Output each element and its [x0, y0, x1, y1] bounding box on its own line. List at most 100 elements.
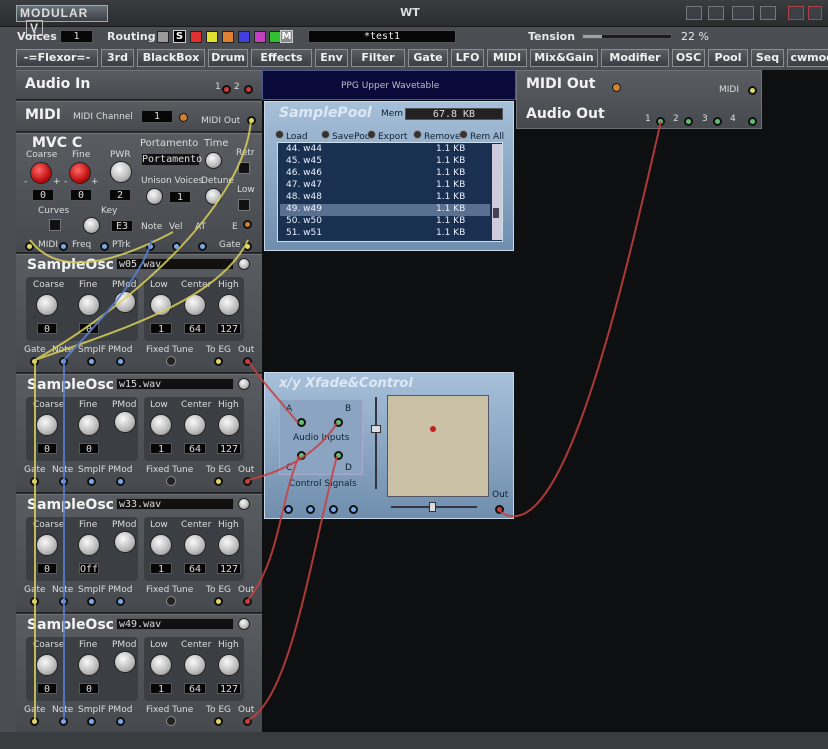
- category-3rd[interactable]: 3rd: [101, 49, 134, 67]
- category-lfo[interactable]: LFO: [451, 49, 484, 67]
- mvc-note-port[interactable]: [146, 242, 155, 251]
- sampleosc-high-knob[interactable]: [218, 414, 240, 436]
- sampleosc-fixed-tune-toggle[interactable]: [166, 356, 176, 366]
- category-blackbox[interactable]: BlackBox: [137, 49, 205, 67]
- mvc-fine-knob[interactable]: [69, 162, 91, 184]
- mvc-at-port[interactable]: [198, 242, 207, 251]
- sampleosc-fine-knob[interactable]: [78, 534, 100, 556]
- samplepool-remove-button[interactable]: Remove: [413, 124, 461, 143]
- audio-out-port4[interactable]: [748, 117, 757, 126]
- sampleosc-smplf-port[interactable]: [87, 597, 96, 606]
- sampleosc-high-value[interactable]: 127: [217, 443, 241, 455]
- samplepool-load-button[interactable]: Load: [275, 124, 308, 143]
- sampleosc-gate-port[interactable]: [30, 357, 39, 366]
- xy-pad[interactable]: [387, 395, 489, 497]
- audio-in-port2[interactable]: [244, 85, 253, 94]
- routing-gray-swatch[interactable]: [157, 31, 169, 43]
- xy-ctrl-c-port[interactable]: [329, 505, 338, 514]
- samplepool-row[interactable]: 48. w48 1.1 KB: [280, 192, 490, 204]
- sampleosc-to-eg-port[interactable]: [214, 357, 223, 366]
- sampleosc-to-eg-port[interactable]: [214, 597, 223, 606]
- patch-name-field[interactable]: *test1: [308, 30, 456, 43]
- sampleosc-fine-knob[interactable]: [78, 654, 100, 676]
- sampleosc-low-knob[interactable]: [150, 414, 172, 436]
- samplepool-row[interactable]: 51. w51 1.1 KB: [280, 228, 490, 240]
- category-drum[interactable]: Drum: [208, 49, 248, 67]
- routing-purple-swatch[interactable]: [254, 31, 266, 43]
- category-mix-gain[interactable]: Mix&Gain: [530, 49, 598, 67]
- sampleosc-fine-knob[interactable]: [78, 414, 100, 436]
- xy-pad-cursor[interactable]: [430, 426, 436, 432]
- xy-vertical-slider[interactable]: [371, 397, 381, 489]
- category-midi[interactable]: MIDI: [487, 49, 527, 67]
- xy-c-port[interactable]: [297, 451, 306, 460]
- sampleosc-pmod-knob[interactable]: [114, 291, 136, 313]
- sampleosc-fine-value[interactable]: 0: [79, 323, 99, 335]
- sampleosc-smplf-port[interactable]: [87, 357, 96, 366]
- sampleosc-low-value[interactable]: 1: [150, 563, 172, 575]
- mvc-time-knob[interactable]: [205, 152, 222, 169]
- sampleosc-high-value[interactable]: 127: [217, 563, 241, 575]
- sampleosc-out-port[interactable]: [243, 717, 252, 726]
- sampleosc-pmod-knob[interactable]: [114, 411, 136, 433]
- sampleosc-fine-value[interactable]: 0: [79, 443, 99, 455]
- routing-red-swatch[interactable]: [190, 31, 202, 43]
- sampleosc-note-port[interactable]: [59, 357, 68, 366]
- sampleosc-fixed-tune-toggle[interactable]: [166, 596, 176, 606]
- sampleosc-low-knob[interactable]: [150, 294, 172, 316]
- sampleosc-smplf-port[interactable]: [87, 717, 96, 726]
- sampleosc-pmod-port[interactable]: [116, 717, 125, 726]
- sampleosc-high-value[interactable]: 127: [217, 323, 241, 335]
- mvc-midi-port[interactable]: [25, 242, 34, 251]
- sampleosc-coarse-value[interactable]: 0: [37, 443, 57, 455]
- sampleosc-coarse-knob[interactable]: [36, 654, 58, 676]
- tension-slider[interactable]: [582, 34, 672, 39]
- sampleosc-coarse-knob[interactable]: [36, 534, 58, 556]
- sampleosc-center-knob[interactable]: [184, 414, 206, 436]
- category-env[interactable]: Env: [315, 49, 348, 67]
- sampleosc-low-value[interactable]: 1: [150, 683, 172, 695]
- sampleosc-coarse-value[interactable]: 0: [37, 563, 57, 575]
- voices-field[interactable]: 1: [60, 30, 93, 43]
- xy-vertical-thumb[interactable]: [371, 425, 381, 433]
- sampleosc-low-value[interactable]: 1: [150, 443, 172, 455]
- routing-s-button[interactable]: S: [173, 30, 186, 43]
- mvc-gate-port[interactable]: [243, 242, 252, 251]
- mvc-vel-port[interactable]: [172, 242, 181, 251]
- category-seq[interactable]: Seq: [751, 49, 784, 67]
- xy-horizontal-slider[interactable]: [391, 502, 477, 512]
- sampleosc-fine-knob[interactable]: [78, 294, 100, 316]
- sampleosc-pmod-port[interactable]: [116, 597, 125, 606]
- sampleosc-note-port[interactable]: [59, 477, 68, 486]
- mvc-unison-value[interactable]: 1: [169, 191, 191, 203]
- sampleosc-file-field[interactable]: w49.wav: [116, 618, 234, 630]
- routing-blue-swatch[interactable]: [238, 31, 250, 43]
- sampleosc-gate-port[interactable]: [30, 597, 39, 606]
- sampleosc-out-port[interactable]: [243, 477, 252, 486]
- samplepool-scroll-thumb[interactable]: [493, 208, 499, 218]
- mvc-ptrk-port[interactable]: [100, 242, 109, 251]
- sampleosc-high-knob[interactable]: [218, 654, 240, 676]
- sampleosc-center-value[interactable]: 64: [184, 563, 206, 575]
- sampleosc-low-value[interactable]: 1: [150, 323, 172, 335]
- xy-b-port[interactable]: [334, 418, 343, 427]
- sampleosc-center-knob[interactable]: [184, 534, 206, 556]
- sampleosc-to-eg-port[interactable]: [214, 477, 223, 486]
- mvc-key-knob[interactable]: [83, 217, 100, 234]
- save-icon[interactable]: [686, 6, 702, 20]
- sampleosc-high-value[interactable]: 127: [217, 683, 241, 695]
- sampleosc-file-field[interactable]: w33.wav: [116, 498, 234, 510]
- samplepool-savepool-button[interactable]: SavePool: [321, 124, 373, 143]
- category-modifier[interactable]: Modifier: [601, 49, 669, 67]
- close-icon[interactable]: [808, 6, 822, 20]
- sampleosc-file-menu-icon[interactable]: [238, 378, 250, 390]
- category-cwmodular[interactable]: cwmodular: [787, 49, 828, 67]
- save-as-icon[interactable]: [708, 6, 724, 20]
- sampleosc-center-value[interactable]: 64: [184, 323, 206, 335]
- audio-out-port1[interactable]: [656, 117, 665, 126]
- sampleosc-file-field[interactable]: w15.wav: [116, 378, 234, 390]
- category-flexor[interactable]: -=Flexor=-: [16, 49, 98, 67]
- mvc-fine-value[interactable]: 0: [70, 189, 92, 201]
- audio-out-port2[interactable]: [684, 117, 693, 126]
- sampleosc-pmod-port[interactable]: [116, 357, 125, 366]
